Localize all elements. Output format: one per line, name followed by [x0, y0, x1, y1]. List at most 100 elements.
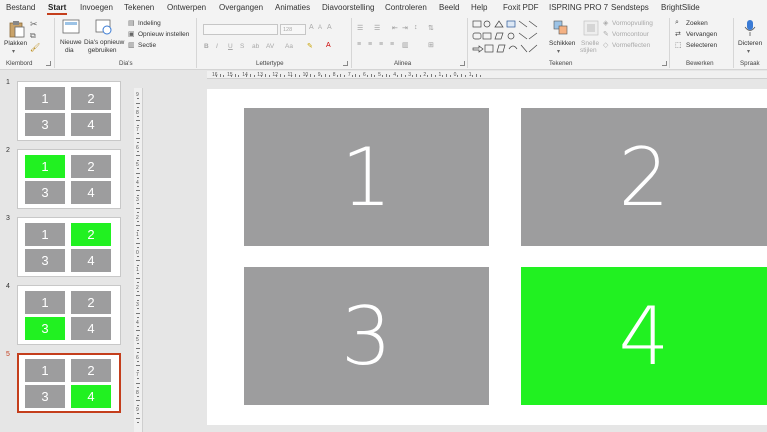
klembord-dialog-launcher-icon[interactable]: [46, 61, 51, 66]
vertical-ruler[interactable]: 9 8 7 6 5 4 3 2 1 0 1 2 3 4 5 6 7 8 9: [134, 88, 143, 432]
slide-thumbnail-1[interactable]: 1234: [17, 81, 121, 141]
arrange-chevron-icon[interactable]: ▾: [557, 48, 560, 55]
quick-styles-button-line2[interactable]: stijlen: [580, 47, 597, 54]
arrange-icon[interactable]: [553, 20, 569, 36]
bullets-icon[interactable]: ☰: [357, 24, 363, 32]
shape-fill-icon[interactable]: ◈: [603, 19, 608, 27]
dictate-button[interactable]: Dicteren: [738, 40, 762, 47]
reset-button[interactable]: Opnieuw instellen: [138, 31, 189, 38]
text-direction-icon[interactable]: ⇅: [428, 24, 434, 32]
paste-chevron-icon[interactable]: ▾: [12, 48, 15, 55]
ruler-tick: [137, 299, 139, 301]
clear-formatting-icon[interactable]: A: [327, 24, 332, 31]
font-name-dropdown[interactable]: [203, 24, 278, 35]
slide-canvas[interactable]: 1234: [207, 89, 767, 425]
reuse-slides-button-line2[interactable]: gebruiken: [88, 47, 117, 54]
dictate-chevron-icon[interactable]: ▾: [747, 48, 750, 55]
arrange-button[interactable]: Schikken: [549, 40, 575, 47]
ruler-tick: [137, 159, 139, 161]
line-spacing-icon[interactable]: ↕: [414, 24, 418, 31]
copy-icon[interactable]: ⧉: [30, 31, 36, 41]
new-slide-button[interactable]: Nieuwe: [60, 39, 82, 46]
shape-effects-button[interactable]: Vormeffecten: [612, 42, 650, 49]
slide-thumbnail-5[interactable]: 1234: [17, 353, 121, 413]
cut-icon[interactable]: ✂: [30, 19, 38, 30]
ruler-tick: [137, 107, 139, 109]
replace-button[interactable]: Vervangen: [686, 31, 717, 38]
ruler-tick: [136, 260, 140, 262]
tab-foxit-pdf[interactable]: Foxit PDF: [503, 3, 539, 12]
shape-outline-icon[interactable]: ✎: [603, 30, 609, 38]
reuse-slides-button[interactable]: Dia's opnieuw: [84, 39, 124, 46]
underline-button[interactable]: U: [228, 43, 233, 50]
shapes-gallery-icon[interactable]: [471, 19, 543, 57]
text-shadow-button[interactable]: ab: [252, 43, 259, 50]
reuse-slides-icon[interactable]: [95, 19, 113, 35]
search-icon[interactable]: ⌕: [675, 19, 679, 27]
grow-font-icon[interactable]: A: [309, 24, 314, 31]
quick-styles-icon[interactable]: [583, 20, 599, 36]
decrease-indent-icon[interactable]: ⇤: [392, 24, 398, 32]
alinea-dialog-launcher-icon[interactable]: [460, 61, 465, 66]
tab-ontwerpen[interactable]: Ontwerpen: [167, 3, 206, 12]
section-button[interactable]: Sectie: [138, 42, 156, 49]
align-text-icon[interactable]: ⊞: [428, 41, 434, 49]
new-slide-icon[interactable]: [62, 19, 80, 35]
format-painter-icon[interactable]: 🖌: [30, 43, 40, 52]
tab-sendsteps[interactable]: Sendsteps: [611, 3, 649, 12]
tab-start[interactable]: Start: [48, 3, 66, 12]
change-case-button[interactable]: Aa: [285, 43, 293, 50]
shrink-font-icon[interactable]: A: [318, 25, 322, 31]
tab-tekenen[interactable]: Tekenen: [124, 3, 154, 12]
strikethrough-button[interactable]: S: [240, 43, 244, 50]
lettertype-dialog-launcher-icon[interactable]: [343, 61, 348, 66]
tab-beeld[interactable]: Beeld: [439, 3, 459, 12]
slide-cell-1[interactable]: 1: [244, 108, 489, 246]
slide-thumbnail-3[interactable]: 1234: [17, 217, 121, 277]
slide-thumbnail-2[interactable]: 1234: [17, 149, 121, 209]
replace-icon[interactable]: ⇄: [675, 30, 681, 38]
highlight-color-icon[interactable]: ✎: [307, 42, 313, 50]
select-icon[interactable]: ⬚: [675, 41, 682, 49]
tab-ispring-pro-7[interactable]: ISPRING PRO 7: [549, 3, 608, 12]
tab-overgangen[interactable]: Overgangen: [219, 3, 263, 12]
align-right-icon[interactable]: ≡: [379, 41, 383, 48]
slide-cell-3[interactable]: 3: [244, 267, 489, 405]
quick-styles-button[interactable]: Snelle: [581, 40, 599, 47]
numbering-icon[interactable]: ☰: [374, 24, 380, 32]
tab-brightslide[interactable]: BrightSlide: [661, 3, 700, 12]
tab-invoegen[interactable]: Invoegen: [80, 3, 113, 12]
find-button[interactable]: Zoeken: [686, 20, 708, 27]
columns-icon[interactable]: ▥: [402, 41, 409, 49]
microphone-icon[interactable]: [743, 19, 757, 37]
shape-outline-button[interactable]: Vormcontour: [612, 31, 649, 38]
paste-icon[interactable]: [8, 20, 26, 38]
font-color-icon[interactable]: A: [326, 42, 331, 49]
font-size-dropdown[interactable]: 128: [280, 24, 306, 35]
tab-animaties[interactable]: Animaties: [275, 3, 310, 12]
select-button[interactable]: Selecteren: [686, 42, 717, 49]
shape-effects-icon[interactable]: ◇: [603, 41, 608, 49]
character-spacing-button[interactable]: AV: [266, 43, 274, 50]
shape-fill-button[interactable]: Vormopvulling: [612, 20, 653, 27]
increase-indent-icon[interactable]: ⇥: [402, 24, 408, 32]
slide-thumbnail-4[interactable]: 1234: [17, 285, 121, 345]
new-slide-button-line2[interactable]: dia: [65, 47, 74, 54]
tab-bestand[interactable]: Bestand: [6, 3, 35, 12]
slide-cell-4[interactable]: 4: [521, 267, 767, 405]
justify-icon[interactable]: ≡: [390, 41, 394, 48]
thumbnail-cell: 1: [25, 291, 65, 314]
tekenen-dialog-launcher-icon[interactable]: [662, 61, 667, 66]
ruler-tick: [136, 102, 140, 104]
italic-button[interactable]: I: [216, 43, 218, 50]
slide-cell-2[interactable]: 2: [521, 108, 767, 246]
bold-button[interactable]: B: [204, 43, 209, 50]
tab-controleren[interactable]: Controleren: [385, 3, 427, 12]
layout-button[interactable]: Indeling: [138, 20, 161, 27]
tab-diavoorstelling[interactable]: Diavoorstelling: [322, 3, 374, 12]
paste-button[interactable]: Plakken: [4, 40, 27, 47]
align-left-icon[interactable]: ≡: [357, 41, 361, 48]
align-center-icon[interactable]: ≡: [368, 41, 372, 48]
horizontal-ruler[interactable]: 1615141312111098765432101: [207, 71, 767, 79]
tab-help[interactable]: Help: [471, 3, 487, 12]
